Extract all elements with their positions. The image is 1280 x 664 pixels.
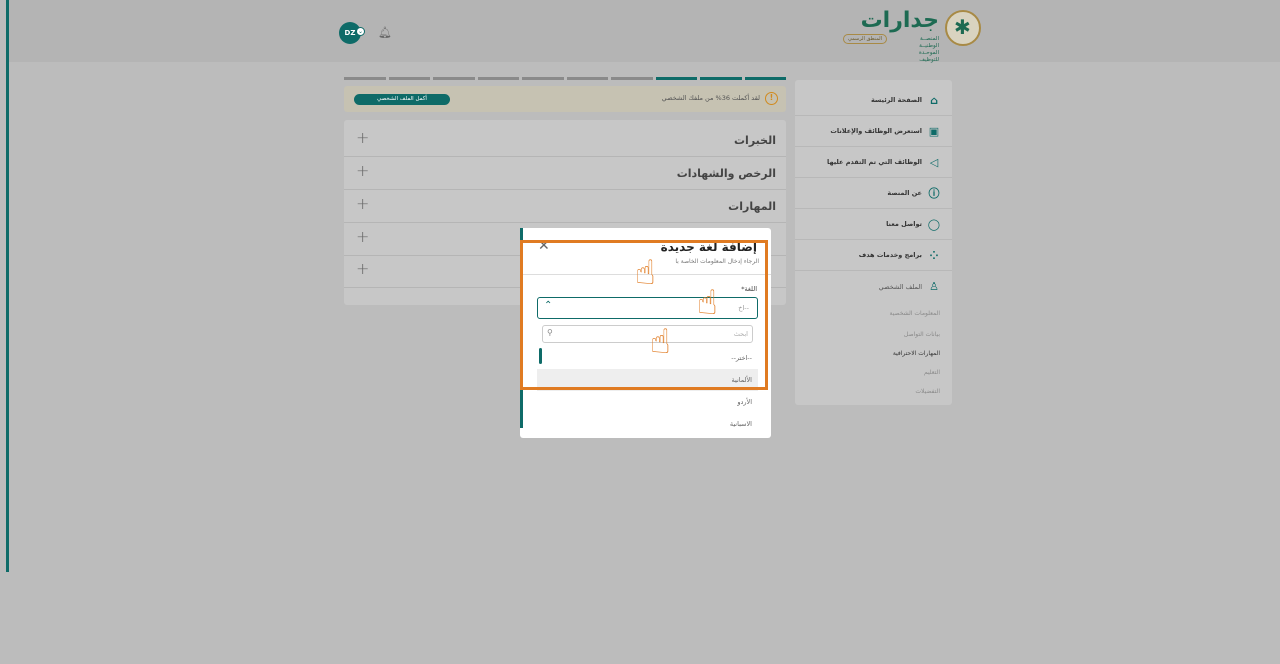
home-icon: ⌂ — [930, 93, 938, 107]
sidebar-item-jobs[interactable]: ▣ استعرض الوظائف والإعلانات — [795, 116, 952, 147]
sidebar-item-label: برامج وخدمات هدف — [858, 251, 922, 259]
tap-hand-icon: ☝︎ — [635, 253, 656, 293]
chevron-down-icon[interactable]: ⌄ — [356, 27, 365, 36]
sidebar-subitem-preferences[interactable]: التفضيلات — [915, 388, 940, 395]
profile-progress-bar — [344, 77, 786, 81]
sidebar-item-profile[interactable]: ♙ الملف الشخصي — [795, 271, 952, 302]
bell-icon[interactable]: 🔔︎ — [378, 26, 392, 39]
sidebar-item-contact[interactable]: ◯ تواصل معنا — [795, 209, 952, 240]
info-icon: ⓘ — [928, 187, 940, 200]
plus-icon[interactable]: + — [356, 128, 369, 147]
section-licenses[interactable]: الرخص والشهادات + — [344, 157, 786, 190]
progress-segment — [388, 77, 430, 80]
sidebar: ⌂ الصفحة الرئيسة ▣ استعرض الوظائف والإعلان… — [795, 80, 952, 405]
plus-icon[interactable]: + — [356, 259, 369, 278]
progress-segment — [611, 77, 653, 80]
progress-segment — [522, 77, 564, 80]
plus-icon[interactable]: + — [356, 161, 369, 180]
complete-profile-button[interactable]: أكمل الملف الشخصي — [354, 94, 450, 105]
chat-icon: ◯ — [927, 217, 940, 231]
sidebar-item-label: تواصل معنا — [886, 220, 922, 228]
left-accent-bar — [6, 0, 9, 572]
section-title: الرخص والشهادات — [676, 167, 776, 180]
sidebar-item-label: الملف الشخصي — [878, 282, 922, 291]
briefcase-icon: ▣ — [928, 124, 940, 138]
progress-segment — [655, 77, 697, 80]
sidebar-subitem-education[interactable]: التعليم — [924, 369, 940, 376]
sidebar-subitem-personal[interactable]: المعلومات الشخصية — [890, 310, 941, 317]
platform-logo[interactable]: جدارات المنصــة الوطنيــة الموحـدة للتوظ… — [841, 8, 981, 63]
plus-icon[interactable]: + — [356, 194, 369, 213]
section-title: الخبرات — [734, 134, 776, 147]
sidebar-item-label: استعرض الوظائف والإعلانات — [830, 127, 922, 135]
progress-segment — [477, 77, 519, 80]
logo-badge: المنطق الرسمي — [843, 34, 888, 44]
option-spanish[interactable]: الاسبانية — [537, 413, 758, 435]
progress-segment — [700, 77, 742, 80]
logo-subtitle: المنصــة الوطنيــة الموحـدة للتوظيف — [918, 36, 939, 63]
profile-completion-notice: ! لقد أكملت 36% من ملفك الشخصي أكمل المل… — [344, 86, 786, 112]
top-header: جدارات المنصــة الوطنيــة الموحـدة للتوظ… — [9, 0, 1280, 63]
progress-segment — [344, 77, 386, 80]
user-icon: ♙ — [929, 280, 939, 293]
tap-hand-icon: ☝︎ — [697, 283, 718, 323]
progress-segment — [433, 77, 475, 80]
grid-icon: ⁘ — [929, 248, 939, 262]
sidebar-subitem-contact[interactable]: بيانات التواصل — [904, 331, 940, 338]
plus-icon[interactable]: + — [356, 227, 369, 246]
sidebar-item-applied[interactable]: ◁ الوظائف التي تم التقدم عليها — [795, 147, 952, 178]
progress-segment — [566, 77, 608, 80]
send-icon: ◁ — [929, 155, 939, 169]
warning-icon: ! — [765, 92, 778, 105]
sidebar-item-about[interactable]: ⓘ عن المنصة — [795, 178, 952, 209]
sidebar-item-label: عن المنصة — [887, 189, 922, 197]
option-urdu[interactable]: الأردو — [537, 391, 758, 413]
tap-hand-icon: ☝︎ — [650, 322, 671, 362]
section-skills[interactable]: المهارات + — [344, 190, 786, 223]
progress-segment — [744, 77, 786, 80]
notice-text: لقد أكملت 36% من ملفك الشخصي — [661, 94, 760, 102]
sidebar-item-programs[interactable]: ⁘ برامج وخدمات هدف — [795, 240, 952, 271]
sidebar-item-label: الوظائف التي تم التقدم عليها — [827, 158, 922, 166]
section-title: المهارات — [728, 200, 776, 213]
logo-emblem-icon — [945, 10, 981, 46]
sidebar-subitem-skills[interactable]: المهارات الاحترافية — [893, 350, 940, 357]
section-experience[interactable]: الخبرات + — [344, 124, 786, 157]
logo-name: جدارات — [860, 8, 939, 33]
sidebar-item-label: الصفحة الرئيسة — [870, 96, 922, 104]
sidebar-item-home[interactable]: ⌂ الصفحة الرئيسة — [795, 85, 952, 116]
